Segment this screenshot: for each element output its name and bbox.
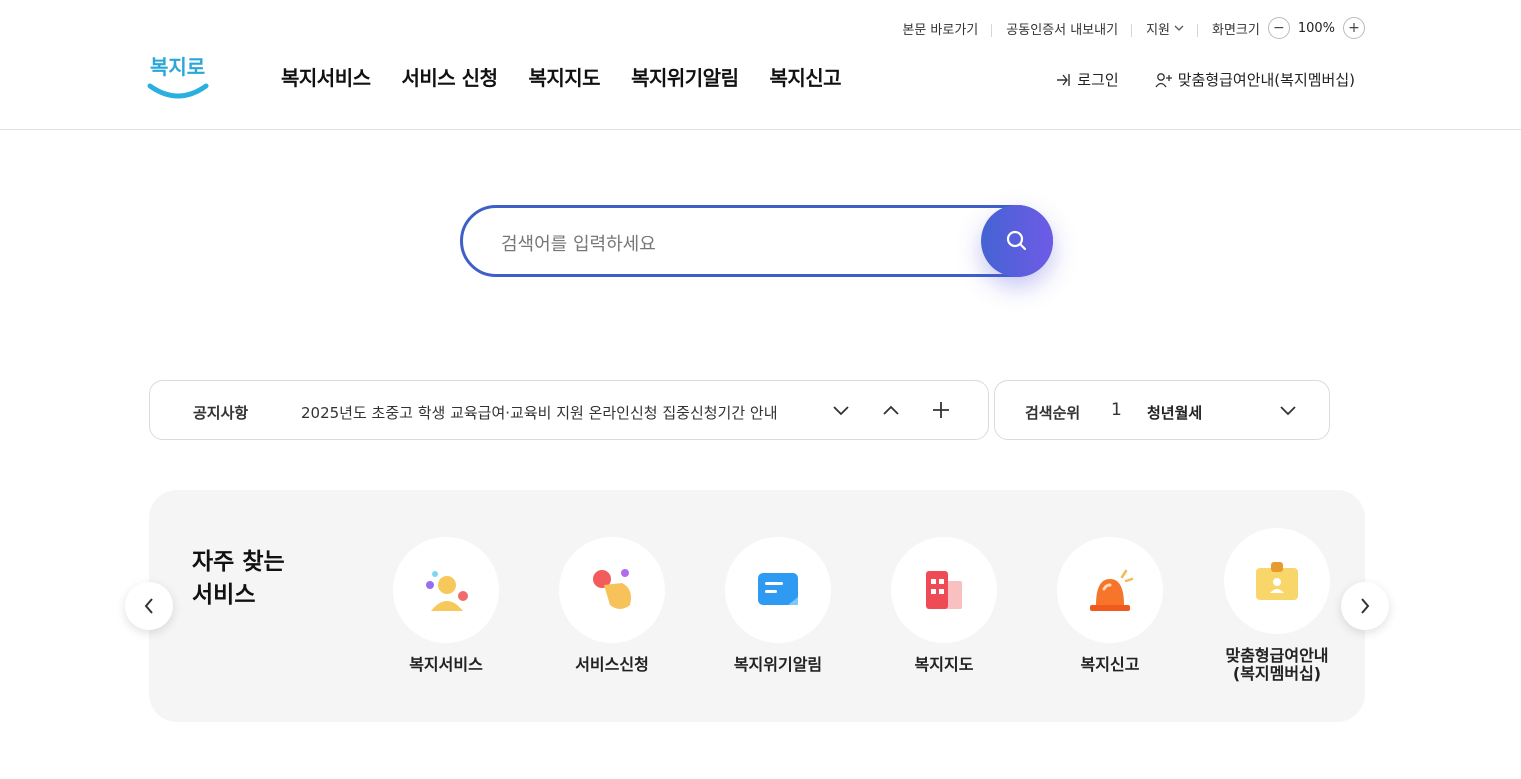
screen-size-label: 화면크기	[1211, 22, 1260, 38]
service-welfare-service[interactable]: 복지서비스	[371, 537, 521, 674]
cert-export-link[interactable]: 공동인증서 내보내기	[992, 19, 1132, 38]
service-label: 복지위기알림	[733, 655, 823, 674]
ranking-keyword[interactable]: 청년월세	[1147, 402, 1202, 423]
ranking-expand-button[interactable]	[1275, 397, 1301, 423]
search-button[interactable]	[981, 205, 1053, 277]
ranking-number: 1	[1111, 400, 1122, 420]
service-label: 복지신고	[1080, 655, 1140, 674]
skip-to-content-link[interactable]: 본문 바로가기	[888, 19, 993, 38]
service-apply[interactable]: 서비스신청	[537, 537, 687, 674]
membership-link[interactable]: 맞춤형급여안내(복지멤버십)	[1155, 69, 1355, 90]
utility-bar: 본문 바로가기 공동인증서 내보내기 지원 화면크기 − 100% +	[888, 16, 1365, 40]
chevron-up-icon	[883, 405, 899, 415]
notice-text[interactable]: 2025년도 초중고 학생 교육급여·교육비 지원 온라인신청 집중신청기간 안…	[301, 402, 778, 423]
search-icon	[1006, 230, 1027, 251]
service-welfare-map[interactable]: 복지지도	[869, 537, 1019, 674]
nav-welfare-service[interactable]: 복지서비스	[281, 62, 371, 91]
chevron-down-icon	[1174, 25, 1184, 31]
service-label: 맞춤형급여안내 (복지멤버십)	[1225, 646, 1329, 683]
frequent-services-title: 자주 찾는 서비스	[192, 546, 332, 612]
chevron-left-icon	[144, 598, 153, 614]
nav-crisis-alert[interactable]: 복지위기알림	[631, 62, 739, 91]
zoom-value: 100%	[1297, 20, 1335, 36]
chevron-right-icon	[1361, 598, 1370, 614]
service-label: 복지서비스	[409, 655, 483, 674]
frequent-title-line1: 자주 찾는	[192, 549, 285, 575]
service-label: 복지지도	[914, 655, 974, 674]
login-label: 로그인	[1077, 71, 1119, 89]
notice-more-button[interactable]	[928, 397, 954, 423]
nav-welfare-map[interactable]: 복지지도	[528, 62, 600, 91]
hand-click-icon	[559, 537, 665, 643]
person-icon	[393, 537, 499, 643]
siren-icon	[1057, 537, 1163, 643]
notice-prev-button[interactable]	[878, 397, 904, 423]
zoom-out-button[interactable]: −	[1267, 17, 1290, 39]
message-icon	[725, 537, 831, 643]
screen-size-control: 화면크기 − 100% +	[1198, 17, 1365, 39]
notice-label: 공지사항	[193, 404, 249, 422]
frequent-title-line2: 서비스	[192, 582, 256, 608]
building-icon	[891, 537, 997, 643]
auth-links: 로그인 맞춤형급여안내(복지멤버십)	[1056, 69, 1355, 90]
service-welfare-report[interactable]: 복지신고	[1035, 537, 1185, 674]
service-label: 서비스신청	[575, 655, 649, 674]
login-link[interactable]: 로그인	[1056, 69, 1119, 90]
service-membership[interactable]: 맞춤형급여안내 (복지멤버십)	[1202, 528, 1352, 683]
zoom-in-button[interactable]: +	[1343, 17, 1365, 39]
search-ranking: 검색순위 1 청년월세	[994, 380, 1330, 440]
nav-welfare-report[interactable]: 복지신고	[769, 62, 841, 91]
carousel-prev-button[interactable]	[125, 582, 173, 630]
membership-label: 맞춤형급여안내(복지멤버십)	[1177, 71, 1355, 89]
carousel-next-button[interactable]	[1341, 582, 1389, 630]
main-nav: 복지서비스 서비스 신청 복지지도 복지위기알림 복지신고	[281, 62, 842, 91]
frequent-services-panel: 자주 찾는 서비스 복지서비스 서비스신청 복지위기알림 복지지도 복지신고 맞…	[149, 490, 1365, 722]
notice-bar: 공지사항 2025년도 초중고 학생 교육급여·교육비 지원 온라인신청 집중신…	[149, 380, 989, 440]
logo-text: 복지로	[150, 55, 205, 79]
nav-service-apply[interactable]: 서비스 신청	[402, 62, 498, 91]
service-crisis-alert[interactable]: 복지위기알림	[703, 537, 853, 674]
support-label: 지원	[1146, 22, 1170, 38]
chevron-down-icon	[1280, 406, 1296, 416]
add-user-icon	[1155, 72, 1172, 87]
support-dropdown[interactable]: 지원	[1132, 19, 1198, 38]
plus-icon	[933, 402, 949, 418]
notice-next-button[interactable]	[828, 397, 854, 423]
ranking-label: 검색순위	[1025, 404, 1081, 422]
chevron-down-icon	[833, 406, 849, 416]
search-input[interactable]: 검색어를 입력하세요	[501, 230, 656, 256]
logo[interactable]: 복지로	[146, 50, 210, 102]
login-icon	[1057, 73, 1070, 86]
id-card-icon	[1224, 528, 1330, 634]
search-box[interactable]: 검색어를 입력하세요	[460, 205, 1053, 277]
